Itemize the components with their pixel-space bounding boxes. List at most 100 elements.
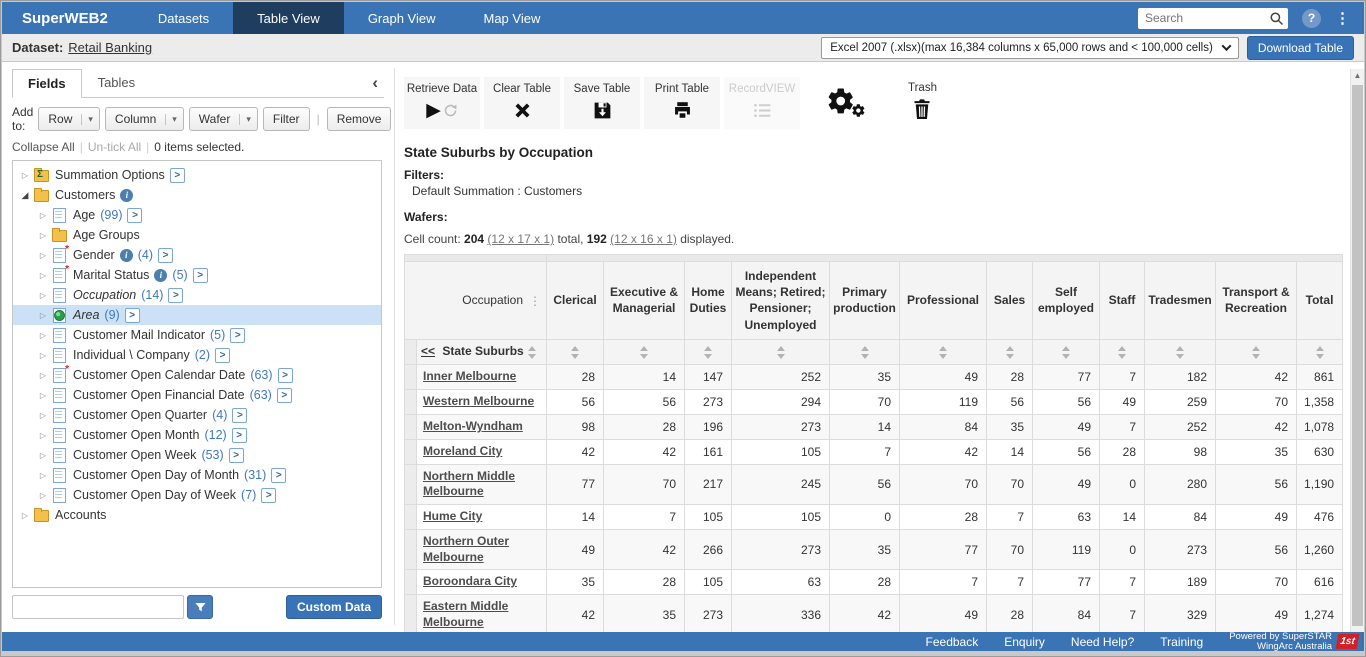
sort-icon[interactable] xyxy=(704,346,712,359)
info-icon[interactable]: i xyxy=(154,269,167,282)
expand-arrow-icon[interactable]: ▷ xyxy=(35,331,51,340)
row-label-link[interactable]: Moreland City xyxy=(423,444,502,458)
dataset-link[interactable]: Retail Banking xyxy=(68,40,152,55)
open-field-arrow-icon[interactable]: > xyxy=(232,428,247,443)
expand-arrow-icon[interactable]: ▷ xyxy=(35,311,51,320)
sort-icon[interactable] xyxy=(1006,346,1014,359)
expand-arrow-icon[interactable]: ▷ xyxy=(35,411,51,420)
expand-arrow-icon[interactable]: ▷ xyxy=(17,171,33,180)
tab-tables[interactable]: Tables xyxy=(82,68,152,97)
add-to-row-button[interactable]: Row▾ xyxy=(38,107,100,131)
row-label-link[interactable]: Boroondara City xyxy=(423,574,517,588)
tree-item-customers[interactable]: ◢Customersi xyxy=(13,185,381,205)
collapse-axis-link[interactable]: << xyxy=(421,344,435,358)
sort-icon[interactable] xyxy=(1252,346,1260,359)
open-field-arrow-icon[interactable]: > xyxy=(125,308,140,323)
row-label-link[interactable]: Northern Outer Melbourne xyxy=(423,534,509,564)
expand-arrow-icon[interactable]: ▷ xyxy=(35,471,51,480)
column-sort-cell[interactable] xyxy=(1033,339,1100,364)
row-label-link[interactable]: Melton-Wyndham xyxy=(423,419,523,433)
scrollbar-thumb[interactable] xyxy=(1352,85,1363,626)
expand-arrow-icon[interactable]: ▷ xyxy=(35,211,51,220)
column-header-tradesmen[interactable]: Tradesmen xyxy=(1145,262,1216,340)
expand-arrow-icon[interactable]: ▷ xyxy=(35,291,51,300)
column-axis-header[interactable]: Occupation⋮ xyxy=(405,262,547,340)
open-field-arrow-icon[interactable]: > xyxy=(158,248,173,263)
open-field-arrow-icon[interactable]: > xyxy=(232,408,247,423)
column-header-sales[interactable]: Sales xyxy=(987,262,1033,340)
expand-arrow-icon[interactable]: ▷ xyxy=(35,451,51,460)
tree-item-customer-open-day-of-month[interactable]: ▷Customer Open Day of Month(31)> xyxy=(13,465,381,485)
open-field-arrow-icon[interactable]: > xyxy=(271,468,286,483)
row-label-link[interactable]: Western Melbourne xyxy=(423,394,534,408)
table-options-gear-icon[interactable] xyxy=(826,86,866,120)
add-to-column-button[interactable]: Column▾ xyxy=(105,107,184,131)
expand-arrow-icon[interactable]: ▷ xyxy=(17,511,33,520)
tree-item-age-groups[interactable]: ▷Age Groups xyxy=(13,225,381,245)
add-to-wafer-button[interactable]: Wafer▾ xyxy=(189,107,258,131)
open-field-arrow-icon[interactable]: > xyxy=(229,448,244,463)
clear-table-button[interactable]: Clear Table xyxy=(484,77,560,129)
column-sort-cell[interactable] xyxy=(900,339,987,364)
tree-item-individual-company[interactable]: ▷Individual \ Company(2)> xyxy=(13,345,381,365)
open-field-arrow-icon[interactable]: > xyxy=(193,268,208,283)
expand-arrow-icon[interactable]: ▷ xyxy=(35,271,51,280)
column-header-transport-recreation[interactable]: Transport & Recreation xyxy=(1216,262,1297,340)
sort-icon[interactable] xyxy=(1176,346,1184,359)
open-field-arrow-icon[interactable]: > xyxy=(170,168,185,183)
column-sort-cell[interactable] xyxy=(1100,339,1145,364)
expand-arrow-icon[interactable]: ▷ xyxy=(35,251,51,260)
nav-tab-table-view[interactable]: Table View xyxy=(233,2,344,34)
open-field-arrow-icon[interactable]: > xyxy=(261,488,276,503)
sort-icon[interactable] xyxy=(640,346,648,359)
tree-item-customer-open-day-of-week[interactable]: ▷Customer Open Day of Week(7)> xyxy=(13,485,381,505)
cell-count-total-link[interactable]: (12 x 17 x 1) xyxy=(487,232,554,246)
print-table-button[interactable]: Print Table xyxy=(644,77,720,129)
footer-link-need-help[interactable]: Need Help? xyxy=(1071,635,1134,649)
row-label-link[interactable]: Inner Melbourne xyxy=(423,369,516,383)
tree-item-customer-open-week[interactable]: ▷Customer Open Week(53)> xyxy=(13,445,381,465)
column-header-home-duties[interactable]: Home Duties xyxy=(685,262,732,340)
column-sort-cell[interactable] xyxy=(547,339,604,364)
row-label-link[interactable]: Eastern Middle Melbourne xyxy=(423,599,508,629)
open-field-arrow-icon[interactable]: > xyxy=(168,288,183,303)
footer-link-enquiry[interactable]: Enquiry xyxy=(1004,635,1045,649)
tree-item-customer-open-month[interactable]: ▷Customer Open Month(12)> xyxy=(13,425,381,445)
expand-arrow-icon[interactable]: ▷ xyxy=(35,391,51,400)
tree-item-customer-mail-indicator[interactable]: ▷Customer Mail Indicator(5)> xyxy=(13,325,381,345)
collapse-all-link[interactable]: Collapse All xyxy=(12,140,75,154)
sort-icon[interactable] xyxy=(939,346,947,359)
footer-link-feedback[interactable]: Feedback xyxy=(926,635,979,649)
search-input[interactable] xyxy=(1138,8,1288,29)
nav-tab-map-view[interactable]: Map View xyxy=(460,2,565,34)
sort-icon[interactable] xyxy=(1316,346,1324,359)
tab-fields[interactable]: Fields xyxy=(12,69,82,98)
help-icon[interactable]: ? xyxy=(1302,9,1321,28)
kebab-menu-icon[interactable]: ⋮ xyxy=(529,294,541,308)
column-header-clerical[interactable]: Clerical xyxy=(547,262,604,340)
cell-count-displayed-link[interactable]: (12 x 16 x 1) xyxy=(610,232,677,246)
expand-arrow-icon[interactable]: ▷ xyxy=(35,491,51,500)
nav-tab-graph-view[interactable]: Graph View xyxy=(344,2,460,34)
column-sort-cell[interactable] xyxy=(1145,339,1216,364)
sort-icon[interactable] xyxy=(571,346,579,359)
open-field-arrow-icon[interactable]: > xyxy=(277,388,292,403)
vertical-scrollbar[interactable]: ▲ xyxy=(1350,69,1364,632)
open-field-arrow-icon[interactable]: > xyxy=(127,208,142,223)
tree-item-summation-options[interactable]: ▷ΣSummation Options> xyxy=(13,165,381,185)
sort-icon[interactable] xyxy=(1062,346,1070,359)
tree-item-customer-open-quarter[interactable]: ▷Customer Open Quarter(4)> xyxy=(13,405,381,425)
tree-item-occupation[interactable]: ▷Occupation(14)> xyxy=(13,285,381,305)
row-axis-header[interactable]: << State Suburbs⋮ xyxy=(417,339,547,364)
tree-item-age[interactable]: ▷Age(99)> xyxy=(13,205,381,225)
scroll-up-icon[interactable]: ▲ xyxy=(1351,71,1364,80)
expand-arrow-icon[interactable]: ▷ xyxy=(35,231,51,240)
trash-button[interactable]: Trash xyxy=(908,82,937,125)
column-header-staff[interactable]: Staff xyxy=(1100,262,1145,340)
open-field-arrow-icon[interactable]: > xyxy=(215,348,230,363)
filter-button[interactable]: Filter xyxy=(263,107,310,131)
tree-item-marital-status[interactable]: ▷*Marital Statusi(5)> xyxy=(13,265,381,285)
column-header-independent-means-retired-pensioner-unemployed[interactable]: Independent Means; Retired; Pensioner; U… xyxy=(732,262,830,340)
collapse-arrow-icon[interactable]: ◢ xyxy=(17,190,33,201)
nav-tab-datasets[interactable]: Datasets xyxy=(134,2,233,34)
